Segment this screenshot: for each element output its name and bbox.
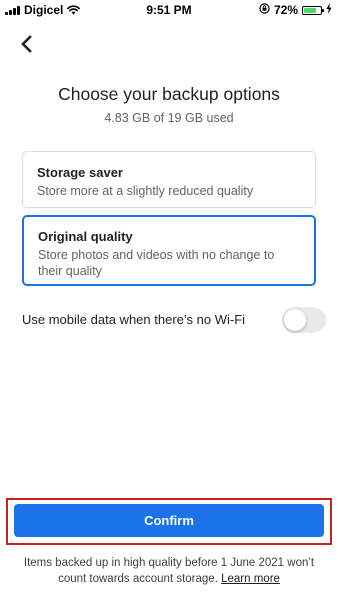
toggle-knob [284, 309, 306, 331]
option-description: Store photos and videos with no change t… [38, 248, 275, 278]
learn-more-link[interactable]: Learn more [221, 573, 280, 585]
backup-options-screen: Digicel 9:51 PM 72% Choose your backup o… [0, 0, 338, 600]
mobile-data-label: Use mobile data when there’s no Wi-Fi [22, 312, 246, 327]
page-title: Choose your backup options [58, 84, 280, 104]
battery-icon [302, 5, 324, 15]
back-button[interactable] [14, 32, 38, 56]
option-storage-saver[interactable]: Storage saver Store more at a slightly r… [22, 151, 316, 208]
orientation-lock-icon [259, 3, 270, 17]
option-title: Storage saver [37, 165, 123, 180]
battery-percent: 72% [273, 3, 298, 17]
chevron-left-icon [21, 35, 32, 53]
mobile-data-row: Use mobile data when there’s no Wi-Fi [22, 307, 326, 333]
battery-level-fill [304, 7, 316, 13]
confirm-button[interactable]: Confirm [14, 504, 324, 537]
option-title: Original quality [38, 229, 133, 244]
charging-icon [326, 3, 332, 17]
storage-usage-text: 4.83 GB of 19 GB used [104, 111, 234, 125]
status-bar-right: 72% [259, 3, 332, 17]
status-bar: Digicel 9:51 PM 72% [0, 0, 338, 20]
option-description: Store more at a slightly reduced quality [37, 184, 254, 198]
mobile-data-toggle[interactable] [282, 307, 326, 333]
option-original-quality[interactable]: Original quality Store photos and videos… [22, 215, 316, 286]
footer-note: Items backed up in high quality before 1… [14, 555, 324, 587]
